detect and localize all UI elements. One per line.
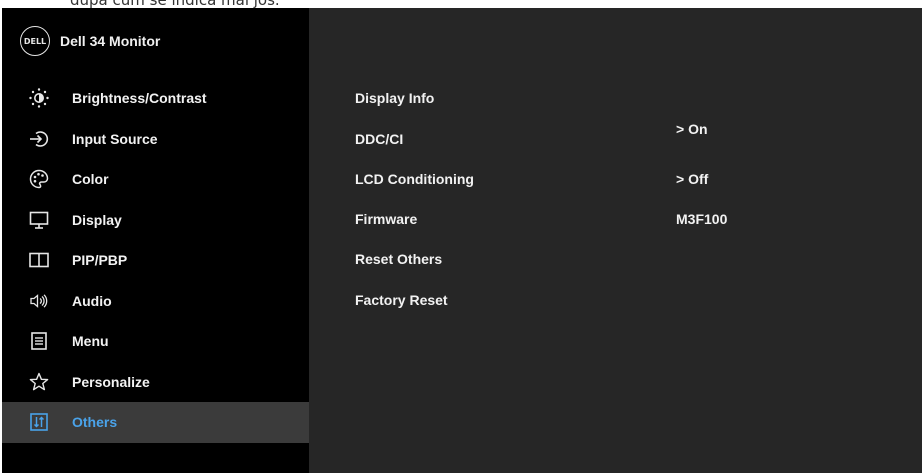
option-reset-others[interactable]: Reset Others [355,248,915,270]
sidebar: DELL Dell 34 Monitor Brightness/Contrast… [2,8,309,473]
option-ddc-ci[interactable]: DDC/CI > On [355,121,915,150]
sidebar-item-pip-pbp[interactable]: PIP/PBP [2,240,309,281]
option-label: Reset Others [355,251,443,267]
sidebar-item-label: Input Source [72,130,158,147]
display-icon [28,209,50,231]
option-firmware[interactable]: Firmware M3F100 [355,208,915,230]
brand-header: DELL Dell 34 Monitor [20,26,160,56]
option-label: Factory Reset [355,292,448,308]
brightness-icon [28,87,50,109]
pip-pbp-icon [28,249,50,271]
sidebar-item-label: Audio [72,292,112,309]
monitor-title: Dell 34 Monitor [60,33,161,49]
sidebar-item-color[interactable]: Color [2,159,309,200]
sidebar-item-audio[interactable]: Audio [2,281,309,322]
color-palette-icon [28,168,50,190]
sidebar-item-label: Menu [72,333,109,350]
option-value: > Off [676,171,709,187]
dell-logo: DELL [20,26,50,56]
option-factory-reset[interactable]: Factory Reset [355,289,915,311]
sidebar-item-label: Brightness/Contrast [72,90,207,107]
option-lcd-conditioning[interactable]: LCD Conditioning > Off [355,168,915,190]
sidebar-item-label: PIP/PBP [72,252,128,269]
sidebar-item-label: Display [72,211,122,228]
main-menu: Brightness/Contrast Input Source Color D… [2,78,309,443]
sidebar-item-label: Color [72,171,109,188]
audio-icon [28,290,50,312]
sidebar-item-label: Others [72,414,118,431]
firmware-version: M3F100 [676,211,728,227]
option-label: DDC/CI [355,131,404,147]
sidebar-item-display[interactable]: Display [2,200,309,241]
option-label: Display Info [355,90,435,106]
sidebar-item-personalize[interactable]: Personalize [2,362,309,403]
input-source-icon [28,128,50,150]
sidebar-item-others[interactable]: Others [2,402,309,443]
menu-icon [28,330,50,352]
sidebar-item-brightness-contrast[interactable]: Brightness/Contrast [2,78,309,119]
option-label: LCD Conditioning [355,171,474,187]
monitor-osd: DELL Dell 34 Monitor Brightness/Contrast… [2,8,922,473]
sidebar-item-menu[interactable]: Menu [2,321,309,362]
option-label: Firmware [355,211,418,227]
others-icon [28,411,50,433]
sidebar-item-input-source[interactable]: Input Source [2,119,309,160]
option-display-info[interactable]: Display Info [355,87,915,109]
others-panel: Display Info DDC/CI > On LCD Conditionin… [309,8,922,473]
sidebar-item-label: Personalize [72,373,150,390]
option-value: > On [676,121,708,137]
star-icon [28,371,50,393]
